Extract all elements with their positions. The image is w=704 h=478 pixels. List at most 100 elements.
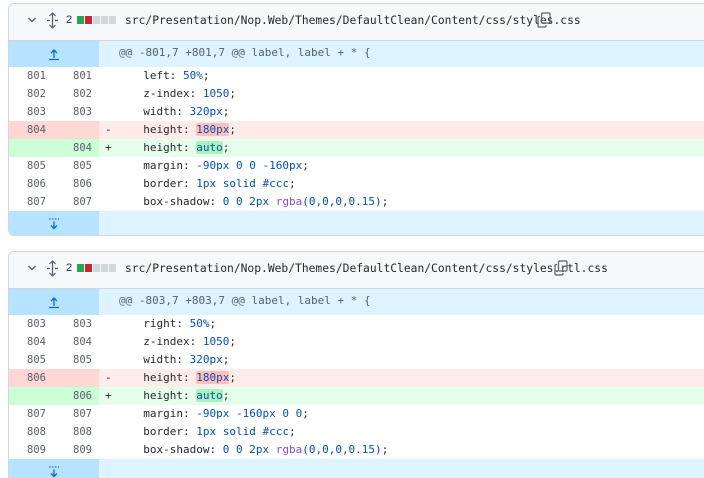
new-line-number[interactable]: 807: [55, 193, 92, 211]
code-token: right:: [130, 317, 190, 330]
code-token: ;: [302, 159, 309, 172]
new-line-number[interactable]: 802: [55, 85, 92, 103]
code-text: height: 180px;: [130, 369, 236, 387]
old-gutter: [9, 139, 54, 157]
expand-down-button[interactable]: [9, 459, 99, 478]
diffstat-neutral-block: [93, 264, 100, 272]
code-token: margin:: [130, 159, 197, 172]
code-token: 320px: [189, 353, 223, 366]
diffstat-neutral-block: [109, 16, 116, 24]
diff-marker: +: [105, 141, 112, 154]
old-line-number[interactable]: 803: [9, 315, 46, 333]
code-token: ;: [202, 69, 210, 82]
new-line-number[interactable]: 806: [55, 387, 92, 405]
changed-token: auto: [196, 141, 223, 154]
old-line-number[interactable]: 809: [9, 441, 46, 459]
new-gutter: [54, 121, 99, 139]
old-line-number[interactable]: 806: [9, 369, 46, 387]
code-token: z-index:: [130, 335, 203, 348]
diff-file: 2 src/Presentation/Nop.Web/Themes/Defaul…: [8, 3, 704, 236]
code-token: border:: [130, 425, 197, 438]
new-line-number[interactable]: 806: [55, 175, 92, 193]
expand-up-button[interactable]: [9, 289, 99, 315]
old-line-number[interactable]: 801: [9, 67, 46, 85]
file-path-link[interactable]: src/Presentation/Nop.Web/Themes/DefaultC…: [125, 14, 581, 27]
diff-lines: 801 801 left: 50%; 802 802 z-index: 1050; 80…: [9, 67, 704, 211]
expand-up-button[interactable]: [9, 41, 99, 67]
file-header: 2 src/Presentation/Nop.Web/Themes/Defaul…: [9, 4, 704, 41]
old-line-number[interactable]: 804: [9, 333, 46, 351]
diffstat-del-block: [85, 16, 92, 24]
old-line-number[interactable]: 808: [9, 423, 46, 441]
code-token: ;: [222, 141, 230, 154]
new-line-number[interactable]: 804: [55, 333, 92, 351]
chevron-down-icon[interactable]: [27, 15, 37, 25]
unfold-icon[interactable]: [45, 12, 60, 29]
new-line-number[interactable]: 805: [55, 351, 92, 369]
code-token: ;: [229, 87, 236, 100]
code-token: height:: [130, 141, 197, 154]
code-token: 50%: [189, 317, 210, 330]
code-text: z-index: 1050;: [130, 85, 236, 103]
code-token: box-shadow:: [130, 443, 223, 456]
old-line-number[interactable]: 805: [9, 157, 46, 175]
old-gutter: [9, 387, 54, 405]
new-line-number[interactable]: 805: [55, 157, 92, 175]
old-line-number[interactable]: 807: [9, 405, 46, 423]
context-line: 807 807 box-shadow: 0 0 2px rgba(0,0,0,0.…: [9, 193, 704, 211]
copy-path-icon[interactable]: [554, 260, 568, 276]
file-header: 2 src/Presentation/Nop.Web/Themes/Defaul…: [9, 252, 704, 289]
code-token: 1px solid #ccc: [196, 425, 289, 438]
code-token: ;: [209, 317, 217, 330]
old-line-number[interactable]: 802: [9, 85, 46, 103]
unfold-icon[interactable]: [45, 260, 60, 277]
code-token: ;: [229, 371, 236, 384]
diffstat-add-block: [77, 16, 84, 24]
new-line-number[interactable]: 801: [55, 67, 92, 85]
diffstat-neutral-block: [101, 16, 108, 24]
expand-down-button[interactable]: [9, 211, 99, 235]
code-token: height:: [130, 389, 197, 402]
new-line-number[interactable]: 808: [55, 423, 92, 441]
change-count: 2: [66, 262, 73, 274]
new-line-number[interactable]: 803: [55, 103, 92, 121]
diff-marker: -: [105, 123, 112, 136]
changed-token: 180px: [196, 371, 230, 384]
new-line-number[interactable]: 807: [55, 405, 92, 423]
chevron-down-icon[interactable]: [27, 263, 37, 273]
diffstat: [77, 264, 116, 272]
change-count: 2: [66, 14, 73, 26]
new-line-number[interactable]: 804: [55, 139, 92, 157]
code-text: border: 1px solid #ccc;: [130, 175, 296, 193]
code-token: ;: [302, 407, 309, 420]
diffstat-neutral-block: [109, 264, 116, 272]
old-line-number[interactable]: 804: [9, 121, 46, 139]
old-line-number[interactable]: 805: [9, 351, 46, 369]
file-path-link[interactable]: src/Presentation/Nop.Web/Themes/DefaultC…: [125, 262, 608, 275]
context-line: 804 804 z-index: 1050;: [9, 333, 704, 351]
context-line: 807 807 margin: -90px -160px 0 0;: [9, 405, 704, 423]
new-line-number[interactable]: 803: [55, 315, 92, 333]
old-line-number[interactable]: 803: [9, 103, 46, 121]
code-token: 1050: [202, 87, 230, 100]
code-token: (0,0,0,0.15): [302, 195, 382, 208]
code-token: ;: [288, 177, 296, 190]
old-line-number[interactable]: 806: [9, 175, 46, 193]
expand-down-icon: [49, 218, 59, 230]
expand-down-icon: [49, 466, 59, 478]
code-token: margin:: [130, 407, 197, 420]
old-line-number[interactable]: 807: [9, 193, 46, 211]
diff-marker: +: [105, 389, 112, 402]
code-token: ;: [381, 443, 389, 456]
new-line-number[interactable]: 809: [55, 441, 92, 459]
copy-path-icon[interactable]: [537, 12, 551, 28]
expand-up-icon: [49, 297, 59, 309]
code-token: ;: [222, 353, 230, 366]
code-text: height: auto;: [130, 387, 229, 405]
deleted-line: 806 - height: 180px;: [9, 369, 704, 387]
code-token: 1px solid #ccc: [196, 177, 289, 190]
new-gutter: [54, 369, 99, 387]
diffstat-del-block: [85, 264, 92, 272]
code-text: height: 180px;: [130, 121, 236, 139]
code-token: z-index:: [130, 87, 203, 100]
